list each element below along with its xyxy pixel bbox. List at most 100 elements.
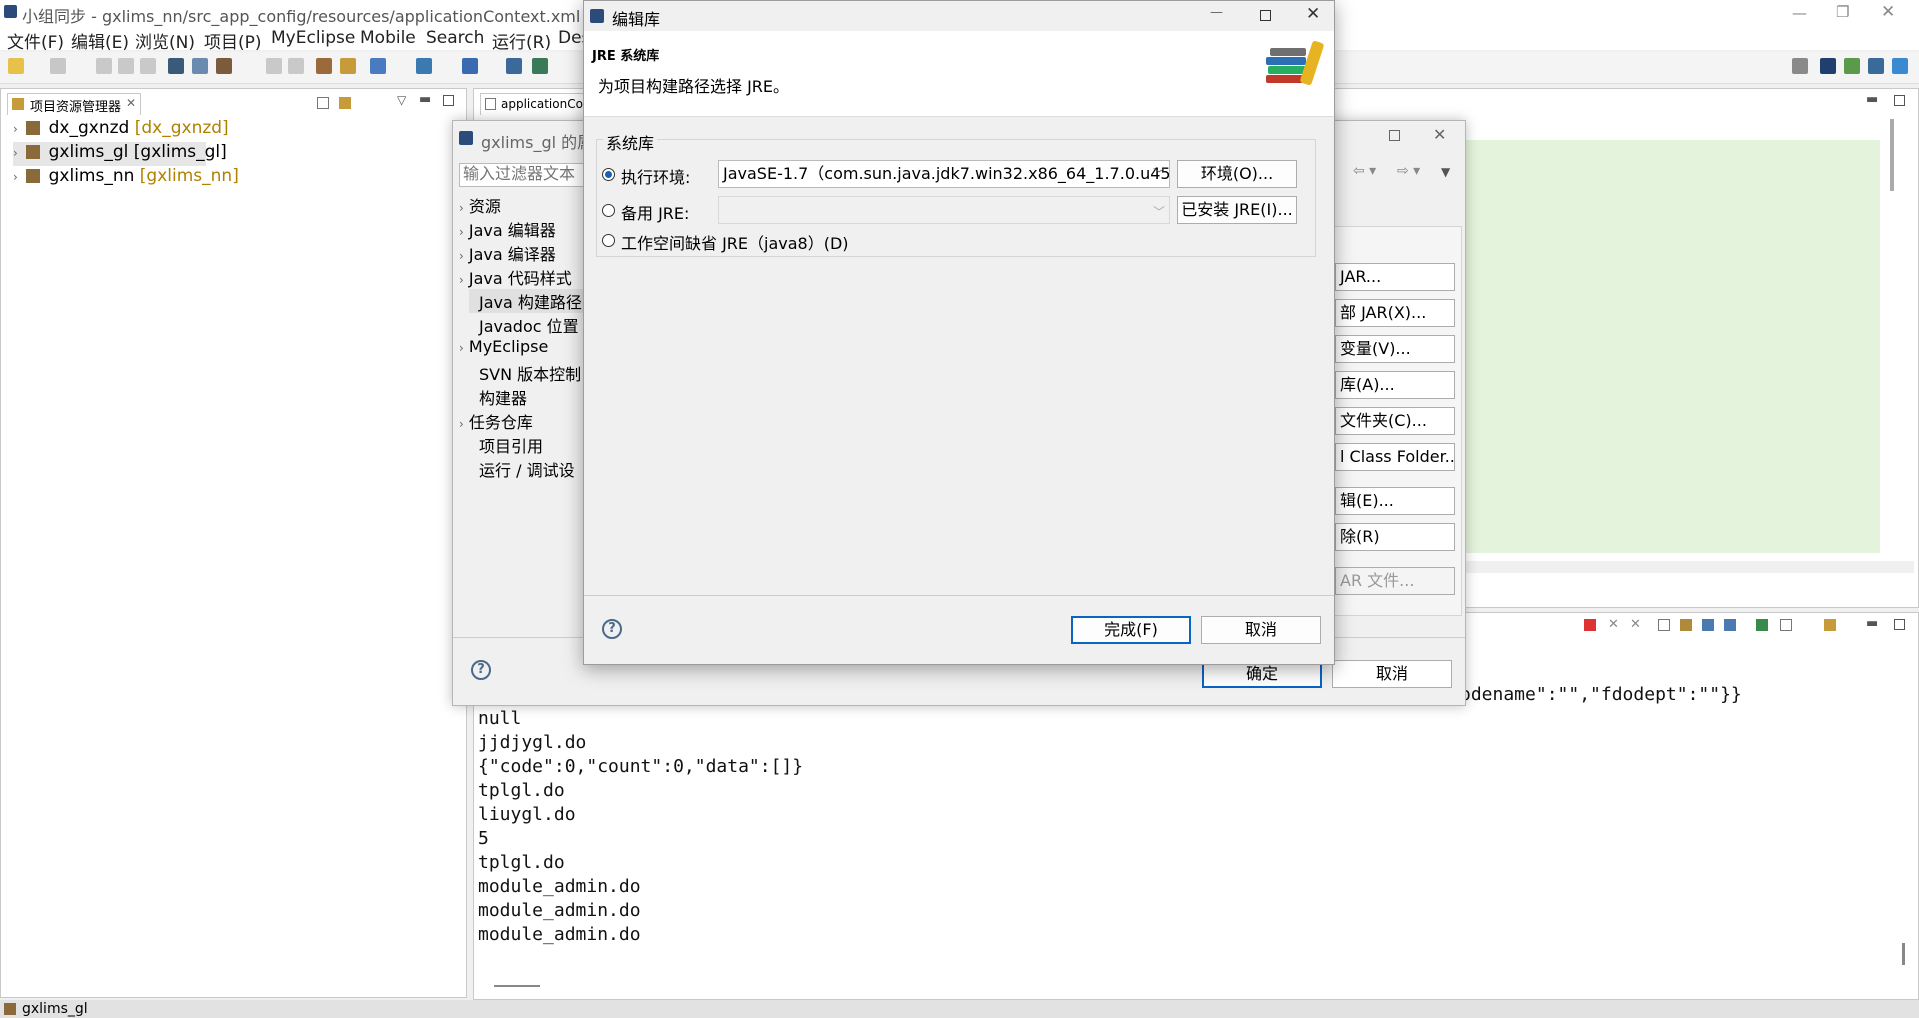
add-library-button[interactable]: 库(A)... [1335, 371, 1455, 399]
cancel-button[interactable]: 取消 [1332, 660, 1452, 688]
menu-file[interactable]: 文件(F) [7, 28, 64, 53]
menu-search[interactable]: Search [426, 28, 484, 48]
server-icon[interactable] [416, 58, 432, 74]
close-icon[interactable]: ✕ [1433, 125, 1446, 144]
remove-launch-icon[interactable]: ✕ [1608, 617, 1619, 632]
workspace-default-radio[interactable] [602, 234, 615, 247]
debug-perspective-icon[interactable] [1844, 58, 1860, 74]
view-menu-icon[interactable]: ▼ [1441, 165, 1450, 179]
nav-item[interactable]: 构建器 [479, 385, 527, 409]
maximize-icon[interactable] [1260, 10, 1271, 21]
tree-item[interactable]: › gxlims_gl [gxlims_gl] [13, 142, 227, 166]
close-icon[interactable]: ✕ [1306, 4, 1320, 24]
display-console-icon[interactable] [1780, 619, 1792, 631]
alt-jre-radio[interactable] [602, 204, 615, 217]
console-icon[interactable] [168, 58, 184, 74]
maximize-view-icon[interactable] [1894, 619, 1905, 630]
remove-button[interactable]: 除(R) [1335, 523, 1455, 551]
console-scrollbar[interactable] [1902, 943, 1905, 965]
minimize-view-icon[interactable]: ▬ [1866, 92, 1878, 107]
view-menu-icon[interactable]: ▽ [397, 93, 406, 107]
run-server-icon[interactable] [462, 58, 478, 74]
minimize-view-icon[interactable]: ▬ [419, 92, 431, 107]
cancel-button[interactable]: 取消 [1201, 616, 1321, 644]
close-icon[interactable]: ✕ [1881, 2, 1895, 22]
nav-item[interactable]: › Java 编译器 [459, 241, 556, 265]
exec-env-select[interactable]: JavaSE-1.7（com.sun.java.jdk7.win32.x86_6… [718, 160, 1170, 188]
installed-jres-button[interactable]: 已安装 JRE(I)... [1177, 196, 1297, 224]
debug-icon[interactable] [216, 58, 232, 74]
menu-project[interactable]: 项目(P) [204, 28, 262, 53]
filter-input[interactable] [459, 163, 585, 187]
edit-button[interactable]: 辑(E)... [1335, 487, 1455, 515]
nav-item[interactable]: 运行 / 调试设 [479, 457, 575, 481]
terminate-icon[interactable] [1584, 619, 1596, 631]
minimize-view-icon[interactable]: ▬ [1866, 616, 1878, 631]
nav-item[interactable]: 项目引用 [479, 433, 543, 457]
add-class-folder-button[interactable]: 文件夹(C)... [1335, 407, 1455, 435]
show-console-icon[interactable] [1724, 619, 1736, 631]
menu-myeclipse[interactable]: MyEclipse [271, 28, 355, 48]
redo-icon[interactable] [288, 58, 304, 74]
save-all-icon[interactable] [118, 58, 134, 74]
exec-env-radio[interactable] [602, 168, 615, 181]
environments-button[interactable]: 环境(O)... [1177, 160, 1297, 188]
scroll-lock-icon[interactable] [1680, 619, 1692, 631]
add-external-jars-button[interactable]: 部 JAR(X)... [1335, 299, 1455, 327]
menu-navigate[interactable]: 浏览(N) [135, 28, 195, 53]
tab-close-icon[interactable]: ✕ [126, 96, 136, 110]
finish-button[interactable]: 完成(F) [1071, 616, 1191, 644]
explorer-tab[interactable]: 项目资源管理器 ✕ [7, 93, 141, 115]
menu-mobile[interactable]: Mobile [360, 28, 416, 48]
nav-item[interactable]: Java 构建路径 [469, 289, 585, 313]
open-console-icon[interactable] [1824, 619, 1836, 631]
word-wrap-icon[interactable] [1702, 619, 1714, 631]
minimize-icon[interactable]: — [1210, 5, 1223, 20]
help-icon[interactable]: ? [602, 619, 622, 639]
nav-item[interactable]: › Java 代码样式 [459, 265, 572, 289]
remove-all-icon[interactable]: ✕ [1630, 617, 1641, 632]
deploy-icon[interactable] [370, 58, 386, 74]
clear-console-icon[interactable] [1658, 619, 1670, 631]
pin-console-icon[interactable] [1756, 619, 1768, 631]
menu-run[interactable]: 运行(R) [492, 28, 551, 53]
nav-item[interactable]: › MyEclipse [459, 337, 548, 356]
collapse-all-icon[interactable] [317, 97, 329, 109]
format-icon[interactable] [316, 58, 332, 74]
add-jars-button[interactable]: JAR... [1335, 263, 1455, 291]
new-project-icon[interactable] [50, 58, 66, 74]
nav-item[interactable]: › Java 编辑器 [459, 217, 556, 241]
java-perspective-icon[interactable] [1868, 58, 1884, 74]
open-perspective-icon[interactable] [1792, 58, 1808, 74]
editor-tab[interactable]: applicationConte [480, 93, 600, 115]
back-icon[interactable]: ⇦ ▾ [1353, 163, 1376, 179]
search-icon[interactable] [192, 58, 208, 74]
team-perspective-icon[interactable] [1892, 58, 1908, 74]
sync-icon[interactable] [506, 58, 522, 74]
minimize-icon[interactable]: — [1792, 4, 1807, 22]
vertical-scrollbar[interactable] [1890, 119, 1894, 191]
undo-icon[interactable] [266, 58, 282, 74]
migrate-jar-button[interactable]: AR 文件... [1335, 567, 1455, 595]
open-type-icon[interactable] [340, 58, 356, 74]
maximize-view-icon[interactable] [1894, 95, 1905, 106]
add-variable-button[interactable]: 变量(V)... [1335, 335, 1455, 363]
restore-icon[interactable]: ❐ [1836, 3, 1849, 21]
nav-item[interactable]: › 资源 [459, 193, 501, 217]
nav-item[interactable]: Javadoc 位置 [479, 313, 579, 337]
tree-item[interactable]: › gxlims_nn [gxlims_nn] [13, 166, 239, 190]
nav-item[interactable]: › 任务仓库 [459, 409, 533, 433]
new-icon[interactable] [8, 58, 24, 74]
link-editor-icon[interactable] [339, 97, 351, 109]
forward-icon[interactable]: ⇨ ▾ [1397, 163, 1420, 179]
maximize-icon[interactable] [1389, 130, 1400, 141]
expand-arrow-icon[interactable]: › [13, 122, 18, 136]
nav-item[interactable]: SVN 版本控制 [479, 361, 581, 385]
menu-edit[interactable]: 编辑(E) [71, 28, 129, 53]
alt-jre-select[interactable]: ﹀ [718, 196, 1170, 224]
maximize-view-icon[interactable] [443, 95, 454, 106]
build-icon[interactable] [532, 58, 548, 74]
add-external-class-folder-button[interactable]: l Class Folder... [1335, 443, 1455, 471]
save-icon[interactable] [96, 58, 112, 74]
myeclipse-perspective-icon[interactable] [1820, 58, 1836, 74]
